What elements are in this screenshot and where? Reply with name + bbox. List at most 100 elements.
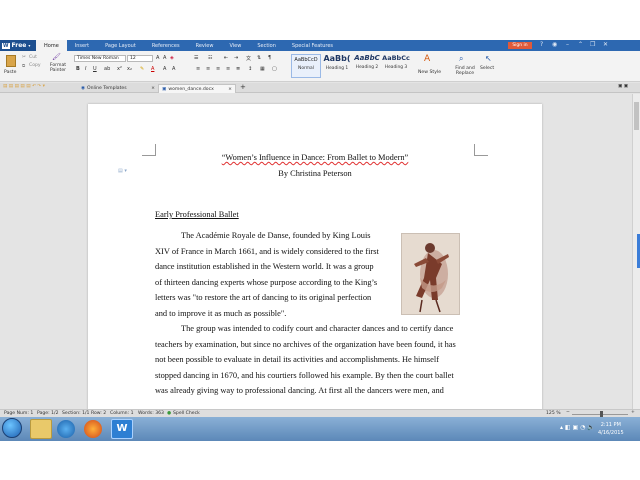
- status-page: Page: 1/2: [37, 411, 59, 416]
- distributed-icon[interactable]: ≣: [236, 66, 240, 72]
- shrink-font-icon[interactable]: A: [163, 55, 166, 61]
- cut-button[interactable]: Cut: [29, 55, 37, 60]
- tab-menu-icon[interactable]: ▣ ▣: [618, 84, 628, 89]
- tab-special-features[interactable]: Special Features: [284, 40, 341, 51]
- spell-check-button[interactable]: Spell Check: [173, 411, 200, 416]
- highlight-icon[interactable]: ✎: [140, 66, 144, 72]
- status-page-num: Page Num: 1: [4, 411, 34, 416]
- sign-in-button[interactable]: Sign in: [508, 42, 532, 49]
- font-color-icon[interactable]: A: [151, 66, 154, 72]
- find-replace-button[interactable]: Find and Replace: [452, 66, 478, 76]
- copy-button[interactable]: Copy: [29, 63, 41, 68]
- tab-close-icon[interactable]: ×: [151, 86, 155, 91]
- numbering-icon[interactable]: ☷: [208, 55, 212, 61]
- style-normal[interactable]: AaBbCcD Normal: [291, 54, 321, 78]
- document-title[interactable]: “Women’s Influence in Dance: From Ballet…: [88, 153, 542, 162]
- close-icon[interactable]: ✕: [603, 41, 608, 48]
- borders-icon[interactable]: ▢: [272, 66, 277, 72]
- quick-access-toolbar[interactable]: ▤ ▤ ▤ ▤ ▤ ↶ ↷ ▾: [3, 84, 45, 89]
- tab-insert[interactable]: Insert: [67, 40, 97, 51]
- style-heading-1[interactable]: AaBb( Heading 1: [322, 54, 352, 78]
- wps-writer-taskbar-icon[interactable]: W: [111, 419, 133, 439]
- status-column: Column: 1: [110, 411, 134, 416]
- superscript-icon[interactable]: x²: [117, 66, 122, 72]
- zoom-in-icon[interactable]: +: [631, 410, 635, 415]
- zoom-out-icon[interactable]: −: [566, 410, 570, 415]
- minimize-icon[interactable]: –: [566, 41, 569, 48]
- align-left-icon[interactable]: ≡: [196, 66, 200, 72]
- style-sample: AaBbCcD: [294, 57, 318, 63]
- text-line: The group was intended to codify court a…: [181, 324, 454, 333]
- ribbon-toggle-icon[interactable]: ⌃: [578, 41, 583, 48]
- restore-icon[interactable]: ❐: [590, 41, 595, 48]
- paste-icon[interactable]: [6, 55, 16, 67]
- increase-indent-icon[interactable]: ⇥: [234, 55, 238, 61]
- app-name: Free: [11, 42, 27, 49]
- select-button[interactable]: Select: [480, 66, 494, 71]
- zoom-level[interactable]: 125 %: [546, 411, 561, 416]
- tab-label: women_dance.docx: [168, 86, 214, 92]
- internet-explorer-icon[interactable]: [57, 420, 75, 438]
- document-page[interactable]: ▤ ▾ “Women’s Influence in Dance: From Ba…: [88, 104, 542, 409]
- bullets-icon[interactable]: ☰: [194, 55, 198, 61]
- grow-font-icon[interactable]: A: [156, 55, 159, 61]
- help-icon[interactable]: ?: [540, 41, 543, 48]
- paste-button-label[interactable]: Paste: [4, 70, 16, 75]
- chinese-layout-icon[interactable]: 文: [246, 55, 251, 62]
- paragraph-2[interactable]: The group was intended to codify court a…: [155, 321, 456, 399]
- paragraph-1[interactable]: The Académie Royale de Danse, founded by…: [155, 228, 379, 321]
- tab-section[interactable]: Section: [249, 40, 284, 51]
- tab-label: Online Templates: [87, 86, 127, 91]
- subscript-icon[interactable]: x₂: [127, 66, 132, 72]
- templates-icon: ◉: [81, 86, 86, 91]
- tab-review[interactable]: Review: [188, 40, 222, 51]
- char-border-icon[interactable]: A: [172, 66, 175, 72]
- firefox-icon[interactable]: [84, 420, 102, 438]
- tab-references[interactable]: References: [144, 40, 188, 51]
- style-sample: AaBbC: [354, 54, 380, 62]
- align-center-icon[interactable]: ≡: [206, 66, 210, 72]
- line-spacing-icon[interactable]: ↕: [248, 66, 252, 72]
- scrollbar-thumb[interactable]: [634, 102, 639, 130]
- skin-icon[interactable]: ◉: [552, 41, 557, 48]
- dancer-illustration[interactable]: [401, 233, 460, 315]
- decrease-indent-icon[interactable]: ⇤: [224, 55, 228, 61]
- windows-taskbar: W ▴ ◧ ▣ ◔ 🔈 2:11 PM 4/16/2015: [0, 417, 640, 441]
- document-canvas: ▤ ▾ “Women’s Influence in Dance: From Ba…: [0, 94, 632, 409]
- shading-icon[interactable]: ▦: [260, 66, 265, 72]
- underline-icon[interactable]: U: [93, 66, 97, 72]
- tab-view[interactable]: View: [221, 40, 249, 51]
- document-byline[interactable]: By Christina Peterson: [88, 169, 542, 178]
- show-marks-icon[interactable]: ¶: [268, 55, 271, 61]
- taskbar-clock[interactable]: 2:11 PM 4/16/2015: [598, 421, 624, 437]
- font-name-select[interactable]: Times New Roman: [74, 55, 126, 62]
- section-heading[interactable]: Early Professional Ballet: [155, 207, 239, 223]
- align-right-icon[interactable]: ≡: [216, 66, 220, 72]
- style-heading-2[interactable]: AaBbC Heading 2: [352, 54, 382, 78]
- tab-online-templates[interactable]: ◉ Online Templates ×: [78, 84, 158, 93]
- new-tab-icon[interactable]: +: [240, 83, 246, 91]
- justify-icon[interactable]: ≡: [226, 66, 230, 72]
- italic-icon[interactable]: I: [85, 66, 86, 72]
- status-section: Section: 1/1: [62, 411, 90, 416]
- format-painter-button[interactable]: Format Painter: [48, 63, 68, 73]
- tab-close-icon[interactable]: ×: [228, 87, 232, 92]
- status-words: Words: 363: [138, 411, 164, 416]
- tab-document[interactable]: ▣ women_dance.docx ×: [158, 84, 236, 93]
- tab-page-layout[interactable]: Page Layout: [97, 40, 144, 51]
- start-button-icon[interactable]: [2, 418, 22, 438]
- clear-format-icon[interactable]: ◈: [170, 55, 174, 61]
- new-style-button[interactable]: New Style: [418, 70, 441, 75]
- style-heading-3[interactable]: AaBbCc Heading 3: [381, 54, 411, 78]
- strikethrough-icon[interactable]: ab: [104, 66, 110, 72]
- sort-icon[interactable]: ⇅: [257, 55, 261, 61]
- bold-icon[interactable]: B: [76, 66, 80, 72]
- app-menu-button[interactable]: W Free ▾: [0, 40, 36, 51]
- text-line: letters was "to restore the art of danci…: [155, 293, 372, 302]
- tab-home[interactable]: Home: [36, 40, 67, 51]
- char-shading-icon[interactable]: A: [163, 66, 166, 72]
- system-tray-icons[interactable]: ▴ ◧ ▣ ◔ 🔈: [560, 424, 595, 431]
- font-size-select[interactable]: 12: [127, 55, 153, 62]
- text-line: of thirteen dancing experts whose purpos…: [155, 277, 378, 287]
- file-explorer-icon[interactable]: [30, 419, 52, 439]
